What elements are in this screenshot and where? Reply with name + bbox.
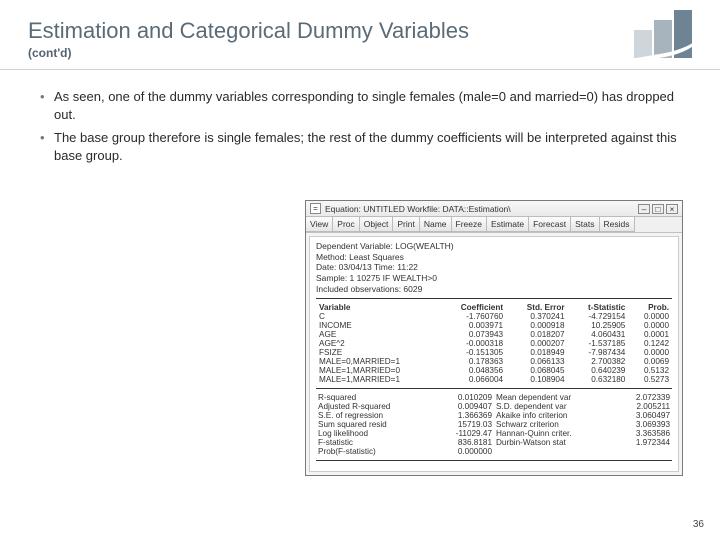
bullet-item: The base group therefore is single femal…: [40, 129, 688, 164]
window-toolbar: ViewProcObjectPrintNameFreezeEstimateFor…: [306, 217, 682, 233]
close-icon[interactable]: ×: [666, 204, 678, 214]
toolbar-forecast-button[interactable]: Forecast: [529, 217, 571, 232]
meta-obs: Included observations: 6029: [316, 284, 672, 295]
meta-date: Date: 03/04/13 Time: 11:22: [316, 262, 672, 273]
stat-row: Adjusted R-squared0.009407: [316, 402, 494, 411]
bullet-item: As seen, one of the dummy variables corr…: [40, 88, 688, 123]
table-row: C-1.7607600.370241-4.7291540.0000: [316, 312, 672, 321]
table-row: AGE^2-0.0003180.000207-1.5371850.1242: [316, 339, 672, 348]
stat-row: Mean dependent var2.072339: [494, 393, 672, 402]
meta-method: Method: Least Squares: [316, 252, 672, 263]
table-header: Std. Error: [506, 303, 567, 312]
table-header: t-Statistic: [568, 303, 629, 312]
bullet-text: The base group therefore is single femal…: [54, 130, 677, 163]
stat-row: Akaike info criterion3.060497: [494, 411, 672, 420]
title-underline: [0, 69, 720, 70]
equation-icon: =: [310, 203, 321, 214]
maximize-icon[interactable]: □: [652, 204, 664, 214]
table-row: MALE=1,MARRIED=00.0483560.0680450.640239…: [316, 366, 672, 375]
meta-depvar: Dependent Variable: LOG(WEALTH): [316, 241, 672, 252]
slide-title: Estimation and Categorical Dummy Variabl…: [28, 18, 692, 44]
page-number: 36: [693, 519, 704, 530]
bullet-text: As seen, one of the dummy variables corr…: [54, 89, 674, 122]
stat-row: Sum squared resid15719.03: [316, 420, 494, 429]
toolbar-freeze-button[interactable]: Freeze: [452, 217, 487, 232]
table-header: Variable: [316, 303, 438, 312]
toolbar-object-button[interactable]: Object: [360, 217, 394, 232]
toolbar-view-button[interactable]: View: [306, 217, 333, 232]
toolbar-print-button[interactable]: Print: [393, 217, 419, 232]
stat-row: S.E. of regression1.366369: [316, 411, 494, 420]
regression-meta: Dependent Variable: LOG(WEALTH) Method: …: [316, 241, 672, 294]
window-title-text: Equation: UNTITLED Workfile: DATA::Estim…: [325, 204, 511, 214]
toolbar-name-button[interactable]: Name: [420, 217, 452, 232]
table-row: MALE=1,MARRIED=10.0660040.1089040.632180…: [316, 375, 672, 384]
output-panel: Dependent Variable: LOG(WEALTH) Method: …: [309, 236, 679, 472]
fit-statistics: R-squared0.010209Adjusted R-squared0.009…: [316, 393, 672, 456]
stat-row: Hannan-Quinn criter.3.363586: [494, 429, 672, 438]
stat-row: Durbin-Watson stat1.972344: [494, 438, 672, 447]
stat-row: Prob(F-statistic)0.000000: [316, 447, 494, 456]
stat-row: S.D. dependent var2.005211: [494, 402, 672, 411]
table-row: INCOME0.0039710.00091810.259050.0000: [316, 321, 672, 330]
toolbar-proc-button[interactable]: Proc: [333, 217, 359, 232]
table-row: FSIZE-0.1513050.018949-7.9874340.0000: [316, 348, 672, 357]
toolbar-stats-button[interactable]: Stats: [571, 217, 599, 232]
table-row: AGE0.0739430.0182074.0604310.0001: [316, 330, 672, 339]
table-header: Coefficient: [438, 303, 506, 312]
stat-row: R-squared0.010209: [316, 393, 494, 402]
toolbar-resids-button[interactable]: Resids: [600, 217, 635, 232]
stat-row: Log likelihood-11029.47: [316, 429, 494, 438]
minimize-icon[interactable]: –: [638, 204, 650, 214]
equation-window: = Equation: UNTITLED Workfile: DATA::Est…: [305, 200, 683, 476]
coefficient-table: VariableCoefficientStd. Errort-Statistic…: [316, 303, 672, 384]
bullet-list: As seen, one of the dummy variables corr…: [0, 64, 720, 178]
window-titlebar[interactable]: = Equation: UNTITLED Workfile: DATA::Est…: [306, 201, 682, 217]
stat-row: F-statistic836.8181: [316, 438, 494, 447]
slide-header: Estimation and Categorical Dummy Variabl…: [0, 0, 720, 64]
table-row: MALE=0,MARRIED=10.1783630.0661332.700382…: [316, 357, 672, 366]
chart-logo-icon: [634, 6, 706, 58]
meta-sample: Sample: 1 10275 IF WEALTH>0: [316, 273, 672, 284]
stat-row: Schwarz criterion3.069393: [494, 420, 672, 429]
table-header: Prob.: [628, 303, 672, 312]
slide-subtitle: (cont'd): [28, 46, 692, 60]
toolbar-estimate-button[interactable]: Estimate: [487, 217, 529, 232]
